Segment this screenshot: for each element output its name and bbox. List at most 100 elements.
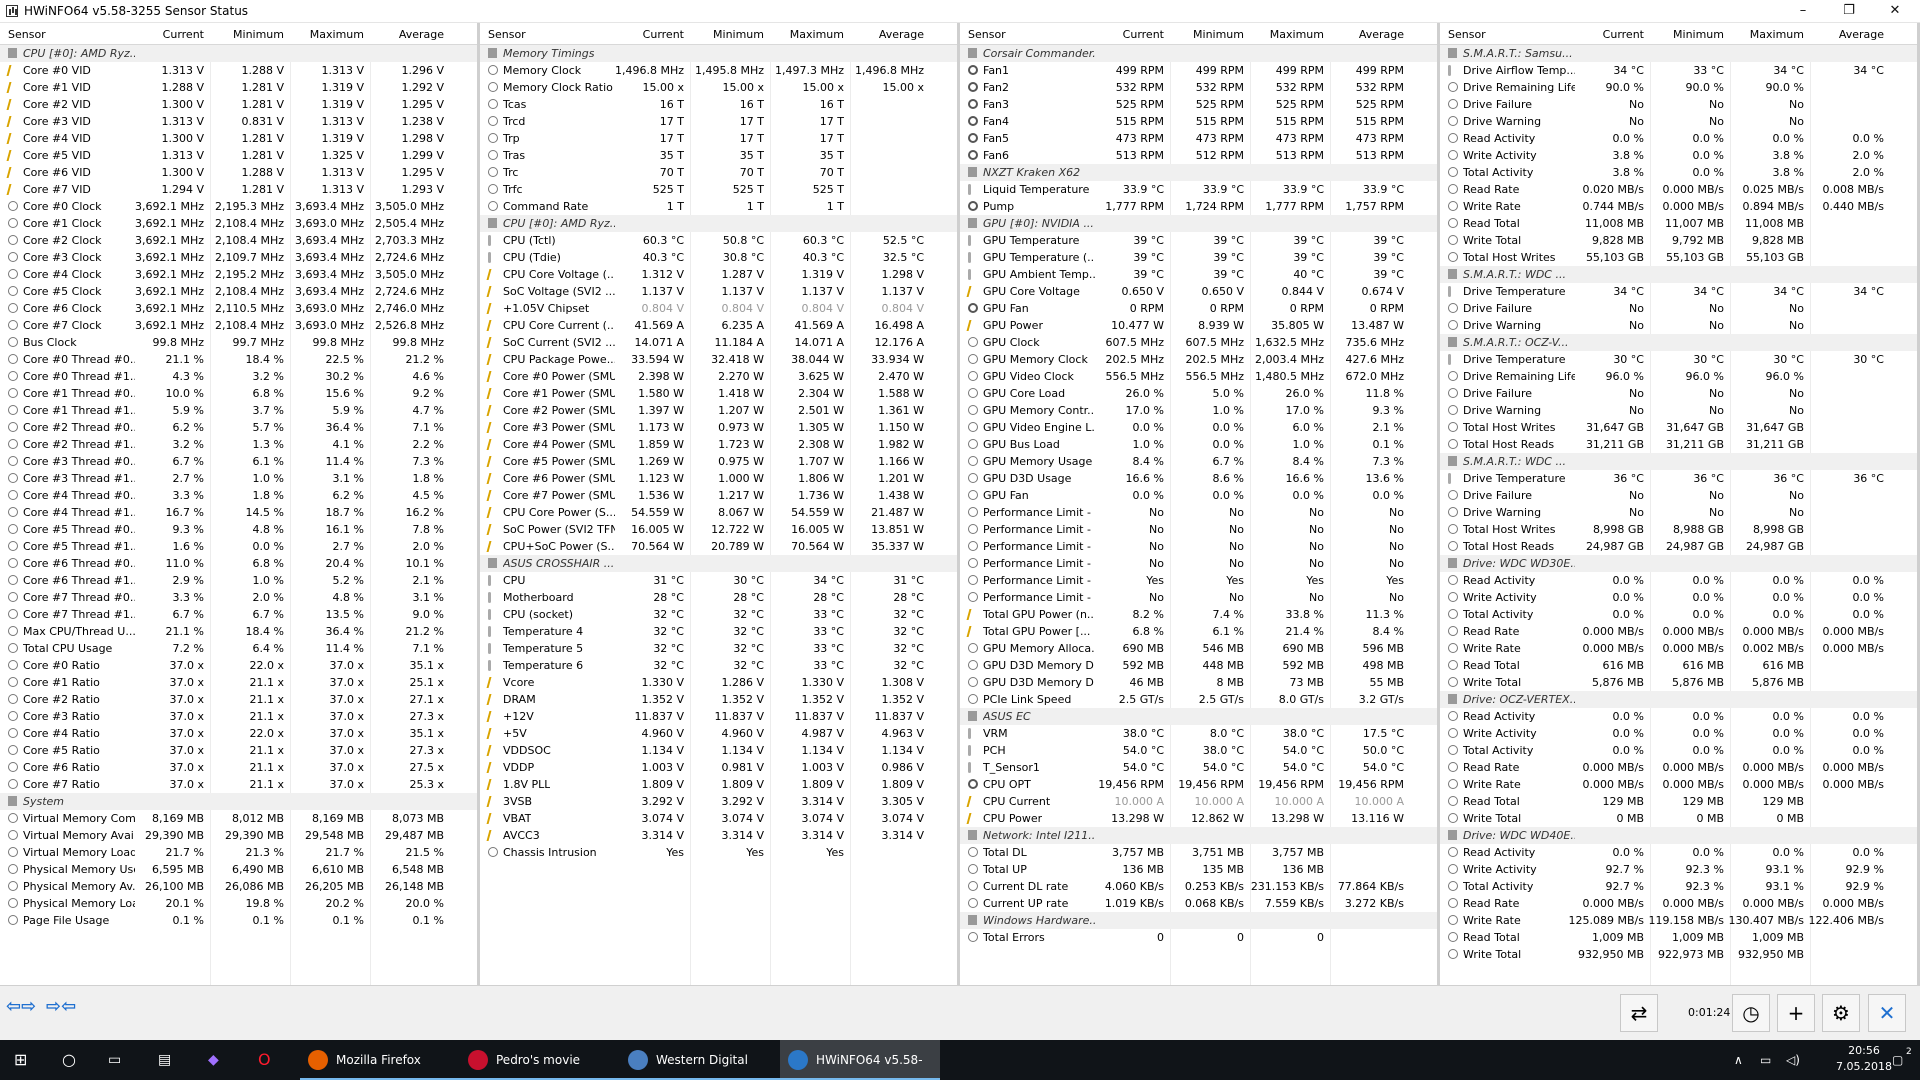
header-minimum[interactable]: Minimum	[1193, 28, 1244, 41]
maximize-button[interactable]: ❐	[1826, 0, 1872, 23]
sensor-row[interactable]: CPU Package Powe... 33.594 W 32.418 W 38.04…	[480, 351, 957, 368]
sensor-row[interactable]: Core #4 Clock 3,692.1 MHz 2,195.2 MHz 3,693…	[0, 266, 477, 283]
sensor-row[interactable]: Fan3 525 RPM 525 RPM 525 RPM 525 RPM	[960, 96, 1437, 113]
sensor-row[interactable]: Physical Memory Av... 26,100 MB 26,086 MB 2…	[0, 878, 477, 895]
sensor-row[interactable]: SoC Current (SVI2 ... 14.071 A 11.184 A 14.…	[480, 334, 957, 351]
sensor-row[interactable]: Read Rate 0.000 MB/s 0.000 MB/s 0.000 MB/s 0…	[1440, 895, 1917, 912]
sensor-row[interactable]: Core #2 Ratio 37.0 x 21.1 x 37.0 x 27.1 x	[0, 691, 477, 708]
sensor-row[interactable]: Drive Warning No No No	[1440, 113, 1917, 130]
sensor-row[interactable]: Performance Limit - ... Yes Yes Yes Yes	[960, 572, 1437, 589]
sensor-row[interactable]: Drive Warning No No No	[1440, 402, 1917, 419]
header-sensor[interactable]: Sensor	[968, 28, 1006, 41]
header-sensor[interactable]: Sensor	[488, 28, 526, 41]
sensor-row[interactable]: Performance Limit - ... No No No No	[960, 521, 1437, 538]
sensor-row[interactable]: Fan6 513 RPM 512 RPM 513 RPM 513 RPM	[960, 147, 1437, 164]
sensor-row[interactable]: Physical Memory Used 6,595 MB 6,490 MB 6,61…	[0, 861, 477, 878]
sensor-row[interactable]: Physical Memory Load 20.1 % 19.8 % 20.2 % 20…	[0, 895, 477, 912]
sensor-row[interactable]: Read Activity 0.0 % 0.0 % 0.0 % 0.0 %	[1440, 844, 1917, 861]
header-average[interactable]: Average	[1359, 28, 1404, 41]
sensor-row[interactable]: Read Activity 0.0 % 0.0 % 0.0 % 0.0 %	[1440, 130, 1917, 147]
sensor-row[interactable]: Pump 1,777 RPM 1,724 RPM 1,777 RPM 1,757 RPM	[960, 198, 1437, 215]
sensor-row[interactable]: CPU Power 13.298 W 12.862 W 13.298 W 13.116 …	[960, 810, 1437, 827]
search-icon[interactable]: ○	[62, 1040, 82, 1080]
sensor-row[interactable]: CPU OPT 19,456 RPM 19,456 RPM 19,456 RPM 19,…	[960, 776, 1437, 793]
sensor-row[interactable]: CPU (Tdie) 40.3 °C 30.8 °C 40.3 °C 32.5 °C	[480, 249, 957, 266]
sensor-row[interactable]: Trfc 525 T 525 T 525 T	[480, 181, 957, 198]
sensor-row[interactable]: 1.8V PLL 1.809 V 1.809 V 1.809 V 1.809 V	[480, 776, 957, 793]
sensor-row[interactable]: Fan1 499 RPM 499 RPM 499 RPM 499 RPM	[960, 62, 1437, 79]
sensor-row[interactable]: GPU Power 10.477 W 8.939 W 35.805 W 13.487 W	[960, 317, 1437, 334]
sensor-row[interactable]: Drive Temperature 36 °C 36 °C 36 °C 36 °C	[1440, 470, 1917, 487]
sensor-row[interactable]: Core #4 Ratio 37.0 x 22.0 x 37.0 x 35.1 x	[0, 725, 477, 742]
sensor-row[interactable]: Core #7 VID 1.294 V 1.281 V 1.313 V 1.293 V	[0, 181, 477, 198]
sensor-group-row[interactable]: Network: Intel I211...	[960, 827, 1437, 844]
nav-left-icon[interactable]: ⇦⇨	[6, 996, 36, 1017]
sensor-row[interactable]: Read Activity 0.0 % 0.0 % 0.0 % 0.0 %	[1440, 572, 1917, 589]
sensor-row[interactable]: Read Rate 0.000 MB/s 0.000 MB/s 0.000 MB/s 0…	[1440, 759, 1917, 776]
sensor-row[interactable]: Core #5 Thread #1... 1.6 % 0.0 % 2.7 % 2.0 %	[0, 538, 477, 555]
sensor-row[interactable]: Write Total 0 MB 0 MB 0 MB	[1440, 810, 1917, 827]
sensor-row[interactable]: Write Activity 0.0 % 0.0 % 0.0 % 0.0 %	[1440, 589, 1917, 606]
header-current[interactable]: Current	[1603, 28, 1644, 41]
header-average[interactable]: Average	[399, 28, 444, 41]
sensor-row[interactable]: GPU Fan 0 RPM 0 RPM 0 RPM 0 RPM	[960, 300, 1437, 317]
sensor-row[interactable]: Write Rate 125.089 MB/s 119.158 MB/s 130.40…	[1440, 912, 1917, 929]
sensor-row[interactable]: CPU Core Power (S... 54.559 W 8.067 W 54.55…	[480, 504, 957, 521]
sensor-group-row[interactable]: S.M.A.R.T.: WDC ...	[1440, 266, 1917, 283]
sensor-row[interactable]: PCH 54.0 °C 38.0 °C 54.0 °C 50.0 °C	[960, 742, 1437, 759]
sensor-group-row[interactable]: CPU [#0]: AMD Ryz...	[0, 45, 477, 62]
sensor-row[interactable]: Virtual Memory Load 21.7 % 21.3 % 21.7 % 21.…	[0, 844, 477, 861]
sensor-row[interactable]: Core #0 Thread #0... 21.1 % 18.4 % 22.5 % 21…	[0, 351, 477, 368]
sensor-row[interactable]: Core #4 VID 1.300 V 1.281 V 1.319 V 1.298 V	[0, 130, 477, 147]
sensor-row[interactable]: Core #5 Clock 3,692.1 MHz 2,108.4 MHz 3,693…	[0, 283, 477, 300]
header-average[interactable]: Average	[879, 28, 924, 41]
sensor-row[interactable]: Total Activity 3.8 % 0.0 % 3.8 % 2.0 %	[1440, 164, 1917, 181]
sensor-row[interactable]: Core #4 Power (SMU) 1.859 W 1.723 W 2.308 W…	[480, 436, 957, 453]
header-maximum[interactable]: Maximum	[310, 28, 364, 41]
sensor-row[interactable]: Drive Failure No No No	[1440, 96, 1917, 113]
sensor-row[interactable]: Liquid Temperature 33.9 °C 33.9 °C 33.9 °C 3…	[960, 181, 1437, 198]
sensor-group-row[interactable]: Memory Timings	[480, 45, 957, 62]
sensor-row[interactable]: Core #7 Power (SMU) 1.536 W 1.217 W 1.736 W…	[480, 487, 957, 504]
sensor-pane-4[interactable]: Sensor Current Minimum Maximum Average S.M.A.…	[1440, 23, 1920, 985]
sensor-row[interactable]: Drive Warning No No No	[1440, 317, 1917, 334]
sensor-row[interactable]: Total Activity 0.0 % 0.0 % 0.0 % 0.0 %	[1440, 606, 1917, 623]
taskbar-task[interactable]: Mozilla Firefox	[300, 1040, 460, 1080]
sensor-row[interactable]: Performance Limit - ... No No No No	[960, 589, 1437, 606]
sensor-row[interactable]: CPU (socket) 32 °C 32 °C 33 °C 32 °C	[480, 606, 957, 623]
sensor-group-row[interactable]: S.M.A.R.T.: OCZ-V...	[1440, 334, 1917, 351]
sensor-group-row[interactable]: ASUS CROSSHAIR ...	[480, 555, 957, 572]
sensor-group-row[interactable]: NXZT Kraken X62	[960, 164, 1437, 181]
store-icon[interactable]: ▤	[158, 1040, 178, 1080]
sensor-pane-3[interactable]: Sensor Current Minimum Maximum Average Corsai…	[960, 23, 1440, 985]
sensor-row[interactable]: GPU Core Load 26.0 % 5.0 % 26.0 % 11.8 %	[960, 385, 1437, 402]
sensor-group-row[interactable]: Drive: WDC WD30E...	[1440, 555, 1917, 572]
notifications-icon[interactable]: ▢	[1892, 1040, 1903, 1080]
sensor-row[interactable]: Virtual Memory Avai... 29,390 MB 29,390 MB…	[0, 827, 477, 844]
sensor-row[interactable]: Tras 35 T 35 T 35 T	[480, 147, 957, 164]
taskbar-task[interactable]: Western Digital Dat...	[620, 1040, 780, 1080]
opera-icon[interactable]: O	[258, 1040, 278, 1080]
sensor-group-row[interactable]: GPU [#0]: NVIDIA ...	[960, 215, 1437, 232]
sensor-row[interactable]: Drive Failure No No No	[1440, 300, 1917, 317]
sensor-row[interactable]: Read Total 129 MB 129 MB 129 MB	[1440, 793, 1917, 810]
sensor-row[interactable]: Core #3 Thread #1... 2.7 % 1.0 % 3.1 % 1.8 %	[0, 470, 477, 487]
sensor-row[interactable]: Total Host Writes 8,998 GB 8,988 GB 8,998 G…	[1440, 521, 1917, 538]
sensor-group-row[interactable]: Drive: OCZ-VERTEX...	[1440, 691, 1917, 708]
sensor-row[interactable]: Core #3 Ratio 37.0 x 21.1 x 37.0 x 27.3 x	[0, 708, 477, 725]
sensor-row[interactable]: Core #2 VID 1.300 V 1.281 V 1.319 V 1.295 V	[0, 96, 477, 113]
sensor-row[interactable]: GPU D3D Memory D... 46 MB 8 MB 73 MB 55 MB	[960, 674, 1437, 691]
sensor-row[interactable]: Core #3 Thread #0... 6.7 % 6.1 % 11.4 % 7.3 …	[0, 453, 477, 470]
sensor-row[interactable]: VDDSOC 1.134 V 1.134 V 1.134 V 1.134 V	[480, 742, 957, 759]
sensor-row[interactable]: Core #6 Ratio 37.0 x 21.1 x 37.0 x 27.5 x	[0, 759, 477, 776]
sensor-row[interactable]: Core #0 Ratio 37.0 x 22.0 x 37.0 x 35.1 x	[0, 657, 477, 674]
sensor-row[interactable]: Core #3 Power (SMU) 1.173 W 0.973 W 1.305 W…	[480, 419, 957, 436]
sensor-row[interactable]: Fan2 532 RPM 532 RPM 532 RPM 532 RPM	[960, 79, 1437, 96]
sensor-row[interactable]: Total Host Writes 31,647 GB 31,647 GB 31,64…	[1440, 419, 1917, 436]
sensor-row[interactable]: CPU Core Voltage (... 1.312 V 1.287 V 1.319…	[480, 266, 957, 283]
settings-icon[interactable]: ⚙	[1822, 994, 1860, 1032]
sensor-row[interactable]: Core #1 Clock 3,692.1 MHz 2,108.4 MHz 3,693…	[0, 215, 477, 232]
sensor-row[interactable]: Core #4 Thread #0... 3.3 % 1.8 % 6.2 % 4.5 %	[0, 487, 477, 504]
sensor-group-row[interactable]: CPU [#0]: AMD Ryz...	[480, 215, 957, 232]
sensor-row[interactable]: Performance Limit - ... No No No No	[960, 504, 1437, 521]
